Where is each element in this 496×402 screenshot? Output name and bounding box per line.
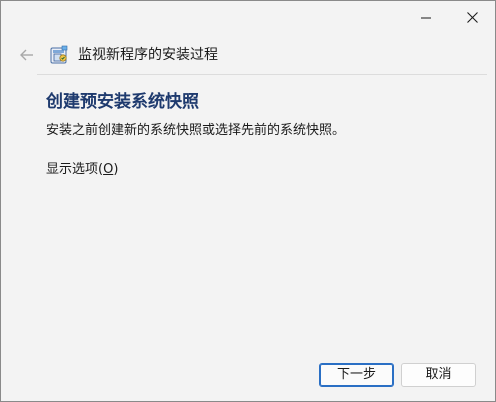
wizard-title: 监视新程序的安装过程 — [78, 47, 218, 63]
show-options-link[interactable]: 显示选项(O) — [46, 161, 118, 179]
show-options-suffix: ) — [113, 162, 119, 177]
minimize-icon — [421, 13, 431, 23]
navigation-bar: 监视新程序的安装过程 — [1, 37, 495, 73]
back-button[interactable] — [15, 43, 39, 67]
title-bar — [1, 1, 495, 35]
program-install-monitor-icon — [49, 45, 69, 65]
close-icon — [466, 12, 478, 23]
cancel-button[interactable]: 取消 — [401, 363, 476, 387]
page-heading: 创建预安装系统快照 — [46, 92, 199, 112]
main-content: 创建预安装系统快照 安装之前创建新的系统快照或选择先前的系统快照。 — [46, 91, 466, 140]
close-button[interactable] — [449, 1, 495, 34]
next-button[interactable]: 下一步 — [319, 363, 394, 387]
show-options-mnemonic: O — [103, 162, 114, 177]
wizard-window: 监视新程序的安装过程 创建预安装系统快照 安装之前创建新的系统快照或选择先前的系… — [0, 0, 496, 402]
header-divider — [37, 74, 487, 75]
minimize-button[interactable] — [403, 1, 449, 34]
page-description: 安装之前创建新的系统快照或选择先前的系统快照。 — [46, 123, 346, 138]
back-arrow-icon — [20, 46, 34, 65]
show-options-label: 显示选项( — [46, 162, 104, 177]
